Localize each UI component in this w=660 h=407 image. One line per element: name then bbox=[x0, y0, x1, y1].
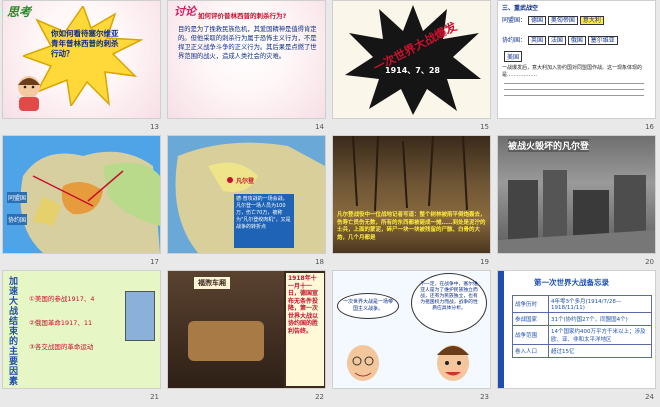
slide-number: 22 bbox=[315, 393, 324, 401]
slide-cell-22[interactable]: 福煦车厢 1918年十一月十一日，德国宣布无条件投降，第一次世界大战以协约国的胜… bbox=[165, 270, 330, 405]
slide-number: 15 bbox=[480, 123, 489, 131]
boy-face-icon bbox=[437, 345, 469, 381]
slide-number: 14 bbox=[315, 123, 324, 131]
memo-table: 战争历时 4年零3个多月(1914/7/28—1918/11/11) 参战国家 … bbox=[512, 295, 652, 358]
row-value: 4年零3个多月(1914/7/28—1918/11/11) bbox=[548, 295, 652, 313]
slide-title: 被战火毁坏的凡尔登 bbox=[508, 139, 590, 152]
slide-title: 第一次世界大战备忘录 bbox=[534, 278, 609, 287]
slide-cell-14[interactable]: 讨论 如何评价普林西普的刺杀行为? 目的是为了挽救民族危机，其爱国精神是值得肯定… bbox=[165, 0, 330, 135]
country-box: 美国 bbox=[504, 51, 523, 62]
slide-number: 20 bbox=[645, 258, 654, 266]
cartoon-figure-icon bbox=[18, 76, 40, 111]
slide-caption: 凡尔登战役中一位战地记者写道：整个树林被雨平倒炮轰去，伤寿亡员伤无数，所有的东西… bbox=[337, 212, 486, 241]
slide-thumbnail-22[interactable]: 福煦车厢 1918年十一月十一日，德国宣布无条件投降，第一次世界大战以协约国的胜… bbox=[168, 271, 325, 388]
row-label: 参战国家 bbox=[512, 312, 549, 326]
divider bbox=[504, 83, 644, 84]
map-label: 协约国 bbox=[7, 214, 28, 225]
slide-number: 21 bbox=[150, 393, 159, 401]
row-value: 31个(协约国27个，同盟国4个) bbox=[548, 312, 652, 326]
table-row: 战争历时 4年零3个多月(1914/7/28—1918/11/11) bbox=[512, 295, 652, 313]
slide-body: 目的是为了挽救民族危机，其爱国精神是值得肯定的。但他采取的刺杀行为属于恐怖主义行… bbox=[178, 26, 317, 60]
war-date: 1914、7、28 bbox=[385, 66, 440, 75]
factor-item: ②俄国革命1917、11 bbox=[29, 319, 93, 327]
alliance-row-central: 同盟国： 德国 奥匈帝国 意大利 bbox=[502, 15, 604, 25]
slide-cell-15[interactable]: 一次世界大战爆发 1914、7、28 15 bbox=[330, 0, 495, 135]
ruins-photo bbox=[498, 170, 655, 253]
speech-bubble-left: 一次世界大战是一场帝国主义战争。 bbox=[337, 293, 399, 319]
slide-heading: 如何评价普林西普的刺杀行为? bbox=[198, 12, 287, 20]
row-label: 同盟国： bbox=[502, 17, 527, 24]
country-box: 法国 bbox=[547, 36, 566, 45]
slide-thumbnail-14[interactable]: 讨论 如何评价普林西普的刺杀行为? 目的是为了挽救民族危机，其爱国精神是值得肯定… bbox=[168, 1, 325, 118]
row-label: 战争历时 bbox=[512, 295, 549, 313]
slide-number: 17 bbox=[150, 258, 159, 266]
slide-thumbnail-21[interactable]: 加速大战结束的主要因素 ①美国的参战1917、4 ②俄国革命1917、11 ③各… bbox=[3, 271, 160, 388]
battlefield-photo bbox=[352, 136, 468, 212]
slide-cell-20[interactable]: 被战火毁坏的凡尔登 20 bbox=[495, 135, 660, 270]
slide-cell-21[interactable]: 加速大战结束的主要因素 ①美国的参战1917、4 ②俄国革命1917、11 ③各… bbox=[0, 270, 165, 405]
alliance-row-entente: 协约国： 英国 法国 俄国 塞尔维亚 bbox=[502, 35, 618, 45]
slide-thumbnail-16[interactable]: 三、重武战空 同盟国： 德国 奥匈帝国 意大利 协约国： 英国 法国 俄国 塞尔… bbox=[498, 1, 655, 118]
row-label: 协约国： bbox=[502, 37, 527, 44]
slide-cell-23[interactable]: 一次世界大战是一场帝国主义战争。 不一定，在战争中，塞尔维亚人是为了维护民族独立… bbox=[330, 270, 495, 405]
slide-thumbnail-17[interactable]: 同盟国 协约国 bbox=[3, 136, 160, 253]
country-box: 德国 bbox=[527, 16, 546, 25]
old-man-face-icon bbox=[347, 345, 379, 381]
slide-thumbnail-24[interactable]: 第一次世界大战备忘录 战争历时 4年零3个多月(1914/7/28—1918/1… bbox=[498, 271, 655, 388]
slide-thumbnail-13[interactable]: 思考 你如何看待塞尔维亚青年普林西普的刺杀行动？ bbox=[3, 1, 160, 118]
accent-bar bbox=[498, 271, 504, 388]
speech-bubble-right: 不一定，在战争中，塞尔维亚人是为了维护民族独立而战，还有为民族独立，也有为祖国权… bbox=[411, 273, 487, 333]
table-row: 参战国家 31个(协约国27个，同盟国4个) bbox=[512, 312, 652, 326]
slide-cell-17[interactable]: 同盟国 协约国 17 bbox=[0, 135, 165, 270]
slide-tag: 讨论 bbox=[174, 5, 196, 18]
vertical-title: 加速大战结束的主要因素 bbox=[9, 277, 19, 387]
slide-question: 你如何看待塞尔维亚青年普林西普的刺杀行动？ bbox=[51, 29, 119, 58]
map-label: 凡尔登 bbox=[236, 178, 255, 185]
slide-number: 19 bbox=[480, 258, 489, 266]
side-image bbox=[125, 291, 155, 341]
slide-number: 24 bbox=[645, 393, 654, 401]
country-box-highlight: 意大利 bbox=[579, 16, 604, 25]
slide-thumbnail-19[interactable]: 凡尔登战役中一位战地记者写道：整个树林被雨平倒炮轰去，伤寿亡员伤无数，所有的东西… bbox=[333, 136, 490, 253]
slide-thumbnail-20[interactable]: 被战火毁坏的凡尔登 bbox=[498, 136, 655, 253]
country-box: 英国 bbox=[527, 36, 546, 45]
slide-tag: 思考 bbox=[7, 5, 32, 19]
slide-cell-16[interactable]: 三、重武战空 同盟国： 德国 奥匈帝国 意大利 协约国： 英国 法国 俄国 塞尔… bbox=[495, 0, 660, 135]
row-label: 卷入人口 bbox=[512, 344, 549, 358]
factor-item: ①美国的参战1917、4 bbox=[29, 295, 95, 303]
row-value: 14个国家约400万平方千米以上；涉及欧、亚、非和太平洋地区 bbox=[548, 325, 652, 345]
slide-number: 16 bbox=[645, 123, 654, 131]
slide-thumbnail-15[interactable]: 一次世界大战爆发 1914、7、28 bbox=[333, 1, 490, 118]
map-label: 同盟国 bbox=[7, 192, 28, 203]
country-box: 塞尔维亚 bbox=[587, 36, 618, 45]
slide-cell-19[interactable]: 凡尔登战役中一位战地记者写道：整个树林被雨平倒炮轰去，伤寿亡员伤无数，所有的东西… bbox=[330, 135, 495, 270]
slide-thumbnail-23[interactable]: 一次世界大战是一场帝国主义战争。 不一定，在战争中，塞尔维亚人是为了维护民族独立… bbox=[333, 271, 490, 388]
slide-cell-24[interactable]: 第一次世界大战备忘录 战争历时 4年零3个多月(1914/7/28—1918/1… bbox=[495, 270, 660, 405]
divider bbox=[504, 89, 644, 90]
slide-cell-13[interactable]: 思考 你如何看待塞尔维亚青年普林西普的刺杀行动？ 13 bbox=[0, 0, 165, 135]
section-title: 三、重武战空 bbox=[502, 5, 539, 12]
table-row: 卷入人口 超过15亿 bbox=[512, 344, 652, 358]
slide-sorter-grid: 思考 你如何看待塞尔维亚青年普林西普的刺杀行动？ 13 讨论 如何评价普林西普的… bbox=[0, 0, 660, 407]
factor-item: ③各交战国的革命运动 bbox=[29, 343, 94, 351]
slide-caption: 1918年十一月十一日，德国宣布无条件投降，第一次世界大战以协约国的胜利告终。 bbox=[286, 273, 324, 386]
slide-cell-18[interactable]: 凡尔登 德·普攻战的一场会战，凡尔登一场人员为100万，伤亡70万，被称为"凡尔… bbox=[165, 135, 330, 270]
divider bbox=[504, 95, 644, 96]
row-value: 超过15亿 bbox=[548, 344, 652, 358]
country-box: 俄国 bbox=[567, 36, 586, 45]
row-label: 战争范围 bbox=[512, 325, 549, 345]
slide-number: 18 bbox=[315, 258, 324, 266]
slide-thumbnail-18[interactable]: 凡尔登 德·普攻战的一场会战，凡尔登一场人员为100万，伤亡70万，被称为"凡尔… bbox=[168, 136, 325, 253]
table-row: 战争范围 14个国家约400万平方千米以上；涉及欧、亚、非和太平洋地区 bbox=[512, 325, 652, 345]
slide-number: 13 bbox=[150, 123, 159, 131]
table-image bbox=[188, 321, 264, 361]
slide-number: 23 bbox=[480, 393, 489, 401]
map-caption-box: 德·普攻战的一场会战，凡尔登一场人员为100万，伤亡70万，被称为"凡尔登绞肉机… bbox=[234, 194, 294, 248]
slide-note: 一战爆发后，意大利加入协约国对同盟国作战。这一现象体现的是……………… bbox=[502, 65, 643, 78]
carriage-sign: 福煦车厢 bbox=[194, 277, 230, 289]
country-box: 奥匈帝国 bbox=[547, 16, 578, 25]
